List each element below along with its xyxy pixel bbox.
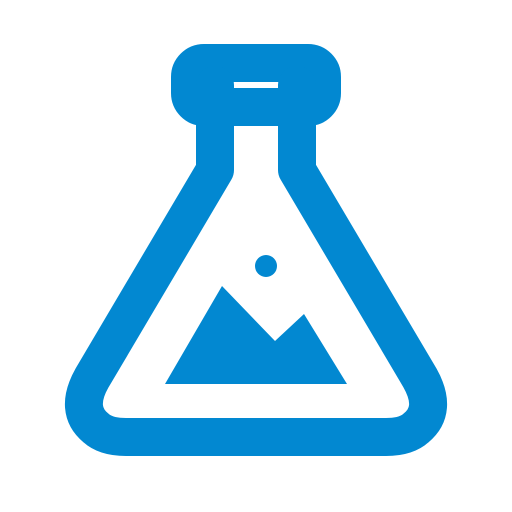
- icon-canvas: [0, 0, 512, 512]
- flask-image-icon: [65, 44, 447, 456]
- mountain-shape: [165, 286, 347, 384]
- sun-dot: [255, 255, 277, 277]
- flask-body-outline: [65, 66, 447, 456]
